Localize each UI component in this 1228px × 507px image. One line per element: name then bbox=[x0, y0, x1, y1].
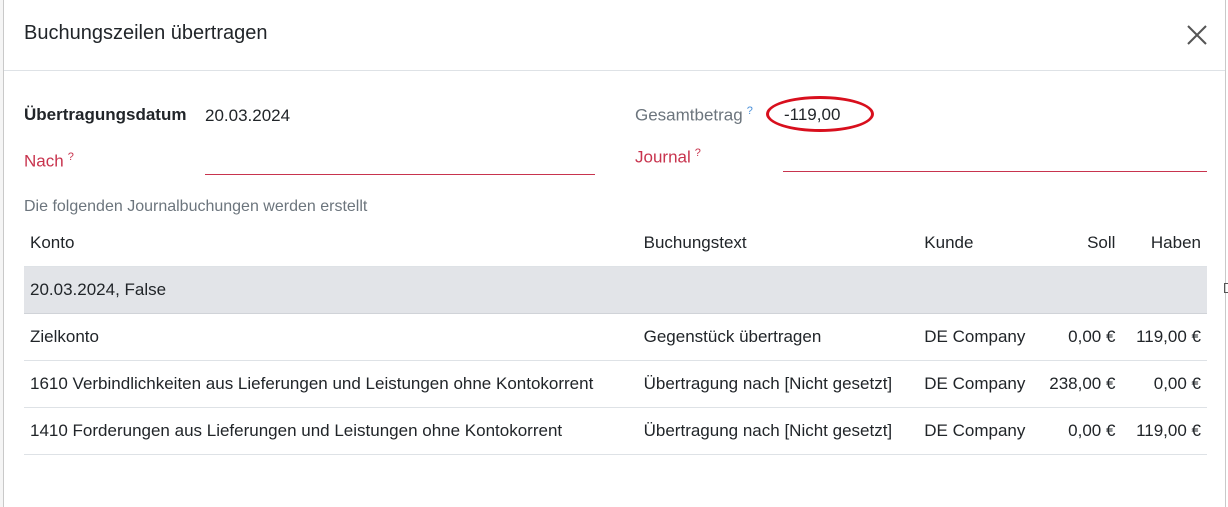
cell-haben: 119,00 € bbox=[1121, 313, 1207, 361]
column-header-buchungstext: Buchungstext bbox=[643, 233, 747, 252]
dialog-title: Buchungszeilen übertragen bbox=[24, 22, 268, 44]
cell-konto: Zielkonto bbox=[24, 313, 638, 361]
group-row-label: 20.03.2024, False bbox=[24, 266, 1207, 314]
help-icon[interactable]: ? bbox=[695, 147, 701, 159]
group-row[interactable]: 20.03.2024, False bbox=[24, 266, 1207, 314]
cell-kunde: DE Company bbox=[918, 313, 1032, 361]
transfer-date-field[interactable]: 20.03.2024 bbox=[205, 106, 290, 126]
cell-soll: 238,00 € bbox=[1031, 360, 1122, 408]
cell-soll: 0,00 € bbox=[1031, 407, 1122, 455]
transfer-dialog: Buchungszeilen übertragen Übertragungsda… bbox=[3, 0, 1226, 507]
table-row[interactable]: 1410 Forderungen aus Lieferungen und Lei… bbox=[24, 407, 1207, 455]
to-account-input[interactable] bbox=[205, 174, 595, 175]
column-header-konto: Konto bbox=[30, 233, 75, 252]
cell-kunde: DE Company bbox=[918, 407, 1032, 455]
journal-label-text: Journal bbox=[635, 147, 691, 167]
annotation-circle bbox=[766, 96, 874, 132]
help-icon[interactable]: ? bbox=[68, 151, 74, 163]
to-account-label: Nach? bbox=[24, 151, 74, 172]
dialog-header: Buchungszeilen übertragen bbox=[4, 0, 1225, 71]
cell-kunde: DE Company bbox=[918, 360, 1032, 408]
column-header-haben: Haben bbox=[1150, 233, 1201, 252]
transfer-date-label: Übertragungsdatum bbox=[24, 105, 187, 124]
total-amount-label: Gesamtbetrag? bbox=[635, 105, 753, 126]
cell-buchungstext: Übertragung nach [Nicht gesetzt] bbox=[637, 407, 919, 455]
table-row[interactable]: 1610 Verbindlichkeiten aus Lieferungen u… bbox=[24, 360, 1207, 408]
to-account-label-text: Nach bbox=[24, 151, 64, 171]
journal-label: Journal? bbox=[635, 147, 701, 168]
cell-haben: 119,00 € bbox=[1121, 407, 1207, 455]
close-icon[interactable] bbox=[1184, 22, 1210, 48]
total-amount-label-text: Gesamtbetrag bbox=[635, 105, 743, 125]
cell-soll: 0,00 € bbox=[1031, 313, 1122, 361]
journal-entries-table: Konto Buchungstext Kunde Soll Haben 20.0… bbox=[24, 220, 1207, 455]
cell-konto: 1610 Verbindlichkeiten aus Lieferungen u… bbox=[24, 360, 638, 408]
cell-konto: 1410 Forderungen aus Lieferungen und Lei… bbox=[24, 407, 638, 455]
cell-buchungstext: Gegenstück übertragen bbox=[637, 313, 919, 361]
resize-handle[interactable] bbox=[1224, 283, 1228, 293]
cell-buchungstext: Übertragung nach [Nicht gesetzt] bbox=[637, 360, 919, 408]
help-icon[interactable]: ? bbox=[747, 105, 753, 117]
table-row[interactable]: Zielkonto Gegenstück übertragen DE Compa… bbox=[24, 313, 1207, 361]
column-header-kunde: Kunde bbox=[924, 233, 974, 252]
table-header-row: Konto Buchungstext Kunde Soll Haben bbox=[24, 220, 1207, 267]
column-header-soll: Soll bbox=[1087, 233, 1116, 252]
entries-hint: Die folgenden Journalbuchungen werden er… bbox=[24, 198, 368, 215]
cell-haben: 0,00 € bbox=[1121, 360, 1207, 408]
journal-input[interactable] bbox=[783, 171, 1207, 172]
